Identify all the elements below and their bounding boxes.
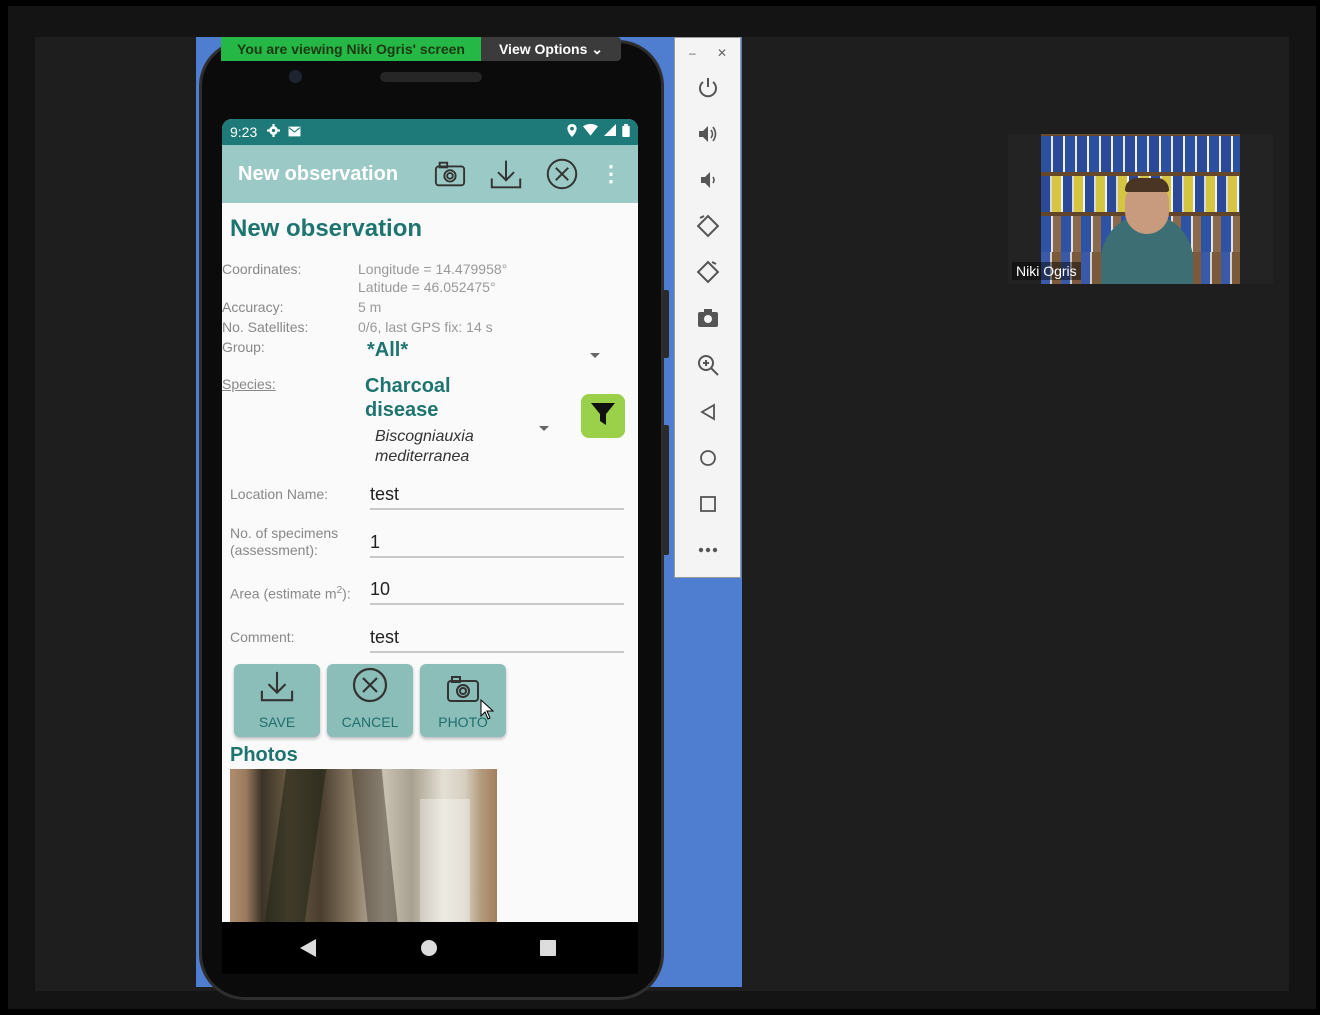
phone-screen: 9:23 New observation ⋮ New observation C… [222,119,638,922]
zoom-icon[interactable] [693,350,723,380]
screen-share-banner: You are viewing Niki Ogris' screen [221,37,481,61]
participant-hair [1125,178,1169,192]
front-camera [289,70,302,83]
filter-icon [590,402,616,431]
group-select[interactable]: *All* [367,339,408,362]
close-icon[interactable]: ✕ [717,46,727,60]
screenshot-icon[interactable] [693,303,723,333]
species-dropdown-arrow-icon[interactable] [539,426,549,431]
close-circle-icon[interactable] [546,158,578,190]
home-icon[interactable] [693,443,723,473]
satellites-value: 0/6, last GPS fix: 14 s [358,319,493,335]
area-input[interactable]: 10 [370,577,624,605]
camera-icon [446,675,480,706]
comment-input[interactable]: test [370,625,624,653]
coordinates-label: Coordinates: [222,261,302,277]
longitude-value: Longitude = 14.479958° [358,261,508,277]
observation-photo-thumbnail[interactable] [230,769,497,922]
species-latin-name-line1: Biscogniauxia [375,428,474,445]
wifi-icon [583,123,598,140]
group-dropdown-arrow-icon[interactable] [590,353,600,358]
cancel-button[interactable]: CANCEL [327,664,413,737]
nav-back-icon[interactable] [300,939,316,962]
location-icon [567,124,577,140]
close-circle-icon [352,667,388,706]
overview-icon[interactable] [693,489,723,519]
photos-heading: Photos [230,744,298,766]
download-icon [260,669,294,706]
accuracy-value: 5 m [358,299,382,315]
participant-name-label: Niki Ogris [1012,262,1081,280]
signal-icon [604,124,616,140]
camera-icon[interactable] [434,158,466,190]
rotate-left-icon[interactable] [693,211,723,241]
phone-volume-button [663,425,669,555]
latitude-value: Latitude = 46.052475° [358,279,496,295]
download-icon[interactable] [490,158,522,190]
species-label[interactable]: Species: [222,376,276,392]
phone-power-button [663,290,669,358]
satellites-label: No. Satellites: [222,319,309,335]
volume-up-icon[interactable] [693,119,723,149]
overflow-menu-icon[interactable]: ⋮ [600,163,622,185]
status-time: 9:23 [230,124,258,140]
specimens-label-line2: (assessment): [230,542,318,558]
area-label: Area (estimate m2): [230,585,351,602]
mouse-cursor-icon [480,698,495,726]
app-bar: New observation ⋮ [222,145,638,203]
group-label: Group: [222,339,265,355]
nav-recents-icon[interactable] [540,940,556,961]
species-common-name-line1[interactable]: Charcoal [365,375,451,398]
participant-video-tile[interactable]: Niki Ogris [1008,134,1273,284]
save-button-label: SAVE [258,714,296,730]
view-options-button[interactable]: View Options ⌄ [481,37,621,61]
comment-label: Comment: [230,629,295,645]
specimens-input[interactable]: 1 [370,530,624,558]
battery-icon [622,124,630,140]
android-nav-bar [222,922,638,974]
location-name-label: Location Name: [230,486,329,502]
more-icon[interactable] [693,535,723,565]
cancel-button-label: CANCEL [341,714,399,730]
specimens-label-line1: No. of specimens [230,525,339,541]
status-bar: 9:23 [222,119,638,145]
volume-down-icon[interactable] [693,165,723,195]
back-icon[interactable] [693,397,723,427]
app-bar-title: New observation [238,162,399,185]
power-icon[interactable] [693,73,723,103]
minimize-icon[interactable]: – [689,46,696,60]
save-button[interactable]: SAVE [234,664,320,737]
filter-button[interactable] [581,394,625,438]
location-name-input[interactable]: test [370,482,624,510]
species-latin-name-line2: mediterranea [375,448,470,465]
accuracy-label: Accuracy: [222,299,284,315]
emulator-toolbar: – ✕ [674,37,741,578]
mail-icon [288,125,301,140]
page-title: New observation [230,215,423,242]
species-common-name-line2[interactable]: disease [365,399,438,422]
settings-icon [267,124,281,140]
earpiece-speaker [380,72,482,82]
nav-home-icon[interactable] [421,940,437,961]
rotate-right-icon[interactable] [693,257,723,287]
